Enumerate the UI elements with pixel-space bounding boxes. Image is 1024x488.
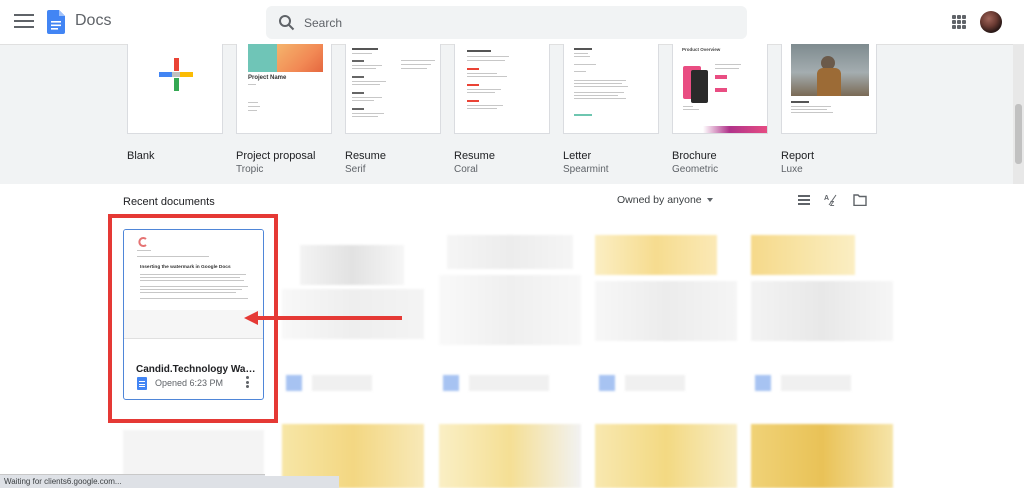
- template-subtitle: Tropic: [236, 164, 264, 175]
- template-resume-serif[interactable]: Resume Serif: [345, 44, 441, 176]
- template-thumbnail[interactable]: Project Name: [236, 44, 332, 134]
- document-card[interactable]: Inserting the watermark in Google Docs C…: [123, 229, 264, 400]
- blurred-document-card[interactable]: [595, 229, 737, 399]
- template-thumbnail[interactable]: [781, 44, 877, 134]
- list-view-icon[interactable]: [798, 195, 810, 205]
- docs-file-icon: [137, 377, 147, 390]
- template-name: Resume: [345, 150, 386, 162]
- owner-filter-dropdown[interactable]: Owned by anyone: [617, 194, 713, 206]
- template-subtitle: Serif: [345, 164, 366, 175]
- template-blank[interactable]: Blank: [127, 44, 223, 176]
- main-menu-icon[interactable]: [14, 14, 34, 30]
- site-logo-icon: [138, 237, 147, 247]
- search-input[interactable]: [304, 6, 734, 39]
- template-project-proposal[interactable]: Project Name Project proposal Tropic: [236, 44, 332, 176]
- template-subtitle: Geometric: [672, 164, 719, 175]
- svg-text:A: A: [824, 195, 829, 202]
- template-report[interactable]: Report Luxe: [781, 44, 877, 176]
- thumbnail-art: [277, 44, 323, 72]
- recent-documents-heading: Recent documents: [123, 196, 215, 208]
- folder-icon[interactable]: [853, 194, 867, 206]
- template-name: Resume: [454, 150, 495, 162]
- document-preview-footer: [124, 310, 263, 338]
- blurred-document-card[interactable]: [439, 424, 581, 488]
- search-icon[interactable]: [278, 14, 295, 31]
- template-name: Letter: [563, 150, 592, 162]
- thumbnail-art: [703, 126, 767, 133]
- blurred-document-card[interactable]: [751, 424, 893, 488]
- template-thumbnail[interactable]: [127, 44, 223, 134]
- avatar[interactable]: [980, 11, 1002, 33]
- plus-icon: [159, 58, 193, 91]
- top-header: Docs: [0, 0, 1024, 44]
- thumbnail-art: [691, 70, 708, 103]
- divider: [124, 338, 263, 339]
- template-name: Brochure: [672, 150, 717, 162]
- scrollbar[interactable]: [1013, 44, 1024, 184]
- template-resume-coral[interactable]: Resume Coral: [454, 44, 550, 176]
- owner-filter-label: Owned by anyone: [617, 194, 702, 206]
- template-thumbnail[interactable]: Product Overview: [672, 44, 768, 134]
- search-bar[interactable]: [266, 6, 747, 39]
- scrollbar-thumb[interactable]: [1015, 104, 1022, 164]
- template-name: Report: [781, 150, 815, 162]
- chevron-down-icon: [706, 198, 713, 203]
- template-name: Project proposal: [236, 150, 316, 162]
- status-bar-extension: [265, 476, 339, 488]
- template-thumbnail[interactable]: [345, 44, 441, 134]
- thumbnail-photo: [791, 44, 869, 96]
- template-subtitle: Coral: [454, 164, 478, 175]
- blurred-document-card[interactable]: [595, 424, 737, 488]
- template-subtitle: Luxe: [781, 164, 803, 175]
- template-thumbnail[interactable]: [563, 44, 659, 134]
- browser-status-bar: Waiting for clients6.google.com...: [0, 474, 265, 488]
- template-subtitle: [127, 164, 223, 176]
- template-name: Blank: [127, 150, 155, 162]
- annotation-arrow-head: [244, 311, 258, 325]
- document-preview-heading: Inserting the watermark in Google Docs: [140, 265, 231, 270]
- blurred-document-card[interactable]: [282, 229, 424, 399]
- app-title[interactable]: Docs: [75, 12, 111, 30]
- template-subtitle: Spearmint: [563, 164, 609, 175]
- thumbnail-heading: Project Name: [248, 75, 287, 81]
- thumbnail-heading: Product Overview: [682, 47, 721, 52]
- more-options-icon[interactable]: [246, 376, 250, 388]
- annotation-arrow: [256, 316, 402, 320]
- template-letter[interactable]: Letter Spearmint: [563, 44, 659, 176]
- docs-logo-icon[interactable]: [47, 10, 65, 34]
- template-brochure[interactable]: Product Overview Brochure Geometric: [672, 44, 768, 176]
- blurred-document-card[interactable]: [751, 229, 893, 399]
- sort-az-icon[interactable]: A Z: [824, 193, 840, 208]
- template-thumbnail[interactable]: [454, 44, 550, 134]
- document-title[interactable]: Candid.Technology Water...: [136, 364, 258, 375]
- blurred-document-card[interactable]: [439, 229, 581, 399]
- apps-grid-icon[interactable]: [952, 15, 966, 29]
- document-opened-time: Opened 6:23 PM: [155, 378, 224, 388]
